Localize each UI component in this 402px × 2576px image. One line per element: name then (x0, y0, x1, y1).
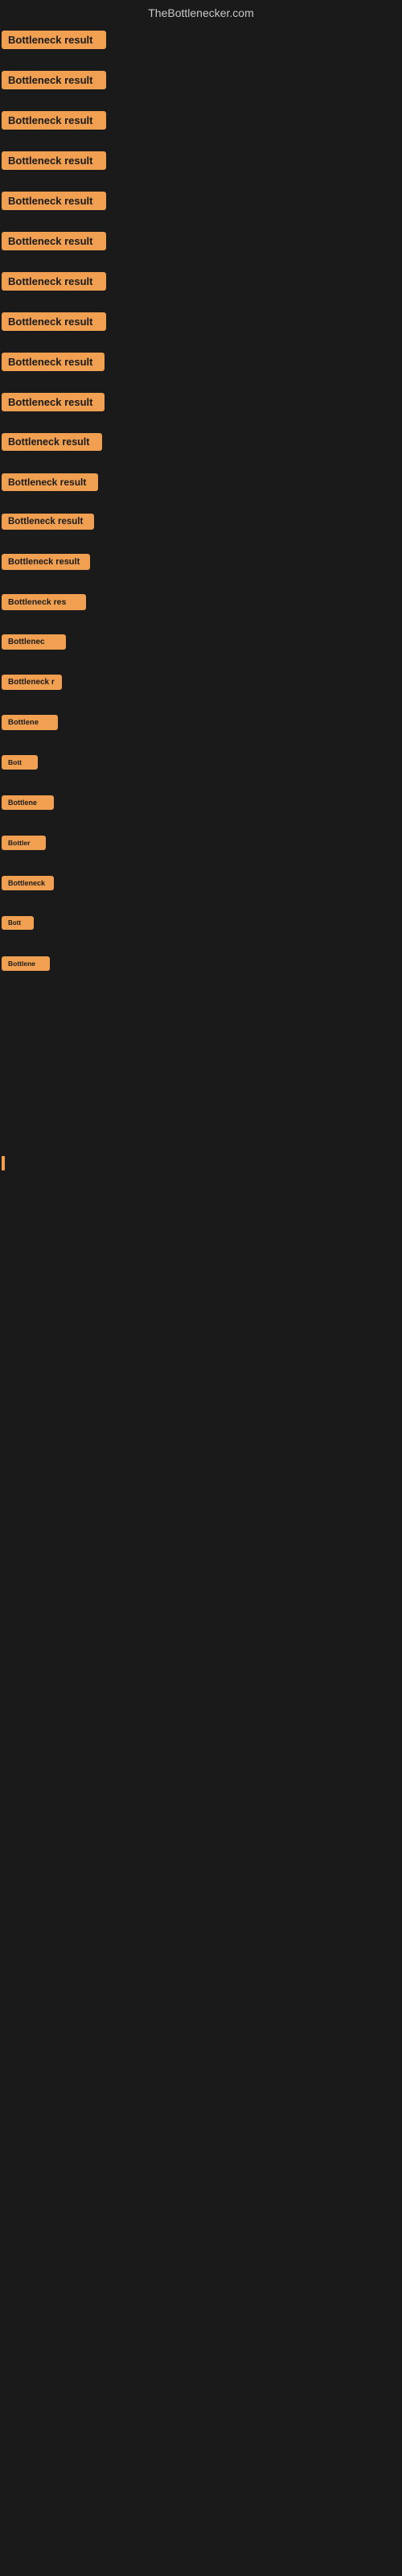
bottom-row-11 (0, 1473, 402, 1505)
bottleneck-row-22: Bottleneck (0, 869, 402, 910)
tiny-indicator-1 (2, 1156, 5, 1170)
bottleneck-label-6[interactable]: Bottleneck result (2, 232, 106, 250)
bottom-row-17 (0, 1666, 402, 1699)
bottom-row-8 (0, 1377, 402, 1409)
bottom-row-20 (0, 1763, 402, 1795)
bottleneck-row-9: Bottleneck result (0, 346, 402, 386)
bottleneck-label-23[interactable]: Bott (2, 916, 34, 930)
bottom-row-5 (0, 1280, 402, 1312)
bottleneck-row-6: Bottleneck result (0, 225, 402, 266)
bottleneck-label-17[interactable]: Bottleneck r (2, 675, 62, 690)
bottleneck-list: Bottleneck result Bottleneck result Bottle… (0, 24, 402, 990)
bottom-row-10 (0, 1441, 402, 1473)
bottleneck-row-14: Bottleneck result (0, 547, 402, 588)
bottleneck-row-24: Bottlene (0, 950, 402, 990)
bottleneck-label-10[interactable]: Bottleneck result (2, 393, 105, 411)
bottleneck-row-8: Bottleneck result (0, 306, 402, 346)
bottleneck-label-9[interactable]: Bottleneck result (2, 353, 105, 371)
bottleneck-label-12[interactable]: Bottleneck result (2, 473, 98, 491)
bottleneck-label-7[interactable]: Bottleneck result (2, 272, 106, 291)
spacer-region (0, 990, 402, 1135)
bottleneck-row-7: Bottleneck result (0, 266, 402, 306)
bottom-row-16 (0, 1634, 402, 1666)
bottom-row-14 (0, 1570, 402, 1602)
bottleneck-row-16: Bottlenec (0, 628, 402, 668)
bottom-row-12 (0, 1505, 402, 1538)
bottleneck-label-19[interactable]: Bott (2, 755, 38, 770)
bottleneck-label-18[interactable]: Bottlene (2, 715, 58, 730)
bottleneck-row-3: Bottleneck result (0, 105, 402, 145)
bottleneck-row-11: Bottleneck result (0, 427, 402, 467)
bottom-row-7 (0, 1344, 402, 1377)
bottleneck-row-13: Bottleneck result (0, 507, 402, 547)
bottom-row-4 (0, 1248, 402, 1280)
bottleneck-label-5[interactable]: Bottleneck result (2, 192, 106, 210)
bottleneck-label-14[interactable]: Bottleneck result (2, 554, 90, 570)
bottleneck-row-1: Bottleneck result (0, 24, 402, 64)
bottleneck-label-2[interactable]: Bottleneck result (2, 71, 106, 89)
bottleneck-label-15[interactable]: Bottleneck res (2, 594, 86, 610)
bottom-row-2 (0, 1183, 402, 1216)
bottleneck-row-12: Bottleneck result (0, 467, 402, 507)
bottom-row-6 (0, 1312, 402, 1344)
bottleneck-label-13[interactable]: Bottleneck result (2, 514, 94, 530)
bottom-row-18 (0, 1699, 402, 1731)
bottom-row-13 (0, 1538, 402, 1570)
bottleneck-label-3[interactable]: Bottleneck result (2, 111, 106, 130)
bottleneck-row-18: Bottlene (0, 708, 402, 749)
bottleneck-row-21: Bottler (0, 829, 402, 869)
bottom-row-3 (0, 1216, 402, 1248)
site-header: TheBottlenecker.com (0, 0, 402, 24)
bottleneck-row-17: Bottleneck r (0, 668, 402, 708)
bottleneck-label-16[interactable]: Bottlenec (2, 634, 66, 650)
bottleneck-label-11[interactable]: Bottleneck result (2, 433, 102, 451)
bottleneck-label-24[interactable]: Bottlene (2, 956, 50, 971)
bottom-region (0, 1151, 402, 1795)
bottleneck-row-15: Bottleneck res (0, 588, 402, 628)
bottleneck-row-10: Bottleneck result (0, 386, 402, 427)
bottleneck-label-8[interactable]: Bottleneck result (2, 312, 106, 331)
site-title: TheBottlenecker.com (148, 6, 254, 19)
bottleneck-row-2: Bottleneck result (0, 64, 402, 105)
bottleneck-row-5: Bottleneck result (0, 185, 402, 225)
bottleneck-row-19: Bott (0, 749, 402, 789)
bottom-row-9 (0, 1409, 402, 1441)
bottleneck-label-20[interactable]: Bottlene (2, 795, 54, 810)
bottleneck-label-22[interactable]: Bottleneck (2, 876, 54, 890)
bottleneck-row-4: Bottleneck result (0, 145, 402, 185)
bottleneck-label-21[interactable]: Bottler (2, 836, 46, 850)
bottleneck-row-20: Bottlene (0, 789, 402, 829)
bottom-row-1 (0, 1151, 402, 1183)
bottom-row-19 (0, 1731, 402, 1763)
bottom-row-15 (0, 1602, 402, 1634)
bottleneck-label-4[interactable]: Bottleneck result (2, 151, 106, 170)
bottleneck-row-23: Bott (0, 910, 402, 950)
bottleneck-label-1[interactable]: Bottleneck result (2, 31, 106, 49)
